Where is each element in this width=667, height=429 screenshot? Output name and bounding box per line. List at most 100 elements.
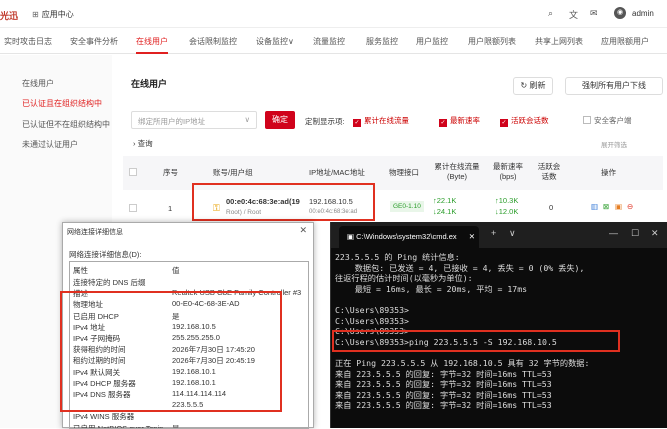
cmd-line: 223.5.5.5 的 Ping 统计信息: [335, 252, 460, 262]
cmd-line: C:\Users\89353> [335, 305, 409, 315]
terminal-icon: ▣ [347, 232, 357, 241]
left-item-unauth[interactable]: 未通过认证用户 [22, 139, 78, 150]
top-bar: 光迅 ⊞ 应用中心 ⌕ 文 ✉ ◉ admin [0, 0, 667, 28]
col-iface: 物理接口 [389, 168, 419, 177]
cmd-line: 来自 223.5.5.5 的回复: 字节=32 时间=16ms TTL=53 [335, 368, 552, 379]
tab-attack-log[interactable]: 实时攻击日志 [4, 36, 52, 47]
dialog-label: 网络连接详细信息(D): [69, 250, 142, 259]
mail-icon[interactable]: ✉ [590, 8, 598, 19]
check-sessions-label: 活跃会话数 [511, 116, 549, 125]
cmd-line: 最短 = 16ms, 最长 = 20ms, 平均 = 17ms [335, 283, 528, 294]
row-iface: GE0-1.10 [390, 201, 424, 212]
cmd-line: 数据包: 已发送 = 4, 已接收 = 4, 丢失 = 0 (0% 丢失), [335, 262, 585, 273]
check-rate-label: 最新速率 [450, 116, 480, 125]
detail-prop: 连接特定的 DNS 后缀 [73, 278, 146, 287]
detail-value: 是 [172, 423, 180, 429]
expand-filter-link[interactable]: 展开筛选 [601, 139, 627, 149]
col-no: 序号 [163, 168, 178, 177]
row-no: 1 [168, 204, 173, 213]
tab-shared-net[interactable]: 共享上网列表 [535, 36, 583, 47]
search-icon[interactable]: ⌕ [548, 8, 553, 19]
detail-prop: 已启用 NetBIOS over Tcpip [73, 423, 164, 429]
col-sessions[interactable]: 活跃会话数 [537, 162, 561, 182]
check-rate[interactable]: ✓ 最新速率 [439, 115, 480, 127]
logo: 光迅 [0, 11, 19, 21]
checkbox-icon: ✓ [500, 119, 508, 127]
force-offline-button[interactable]: 强制所有用户下线 [565, 77, 663, 95]
chevron-down-icon[interactable]: ∨ [509, 228, 516, 239]
cmd-line: 正在 Ping 223.5.5.5 从 192.168.10.5 具有 32 字… [335, 358, 590, 368]
close-icon[interactable]: ✕ [469, 232, 475, 241]
refresh-button[interactable]: ↻ 刷新 [513, 77, 553, 95]
tab-user-quota[interactable]: 用户限额列表 [468, 36, 516, 47]
left-item-in-org[interactable]: 已认证且在组织结构中 [22, 98, 102, 109]
highlight-box [192, 183, 375, 221]
confirm-button[interactable]: 确定 [265, 111, 295, 129]
cmd-titlebar: ▣ C:\Windows\system32\cmd.ex ✕ + ∨ — ☐ ✕ [331, 222, 667, 248]
cmd-line: 来自 223.5.5.5 的回复: 字节=32 时间=16ms TTL=53 [335, 379, 552, 390]
tab-session-limit[interactable]: 会话限制监控 [189, 36, 237, 47]
close-window-icon[interactable]: ✕ [651, 228, 659, 239]
add-tab-icon[interactable]: + [491, 228, 496, 238]
col-rate[interactable]: 最新速率 (bps) [489, 162, 527, 182]
row-rate-down: ↓12.0K [495, 207, 519, 216]
tab-user-monitor[interactable]: 用户监控 [416, 36, 448, 47]
col-prop: 属性 [73, 266, 88, 275]
app-center-label: 应用中心 [41, 10, 74, 19]
check-client[interactable]: 安全客户端 [583, 115, 632, 126]
col-account: 账号/用户组 [213, 168, 253, 177]
tab-security-events[interactable]: 安全事件分析 [70, 36, 118, 47]
select-all-checkbox[interactable] [129, 168, 137, 176]
cmd-tab-title: C:\Windows\system32\cmd.ex [356, 232, 457, 241]
tab-app-quota[interactable]: 应用限额用户 [601, 36, 649, 47]
cmd-tab[interactable]: ▣ C:\Windows\system32\cmd.ex ✕ [339, 226, 479, 248]
app-center-link[interactable]: ⊞ 应用中心 [32, 9, 74, 20]
refresh-label: 刷新 [529, 81, 546, 90]
checkbox-icon: ✓ [439, 119, 447, 127]
tab-service-monitor[interactable]: 服务监控 [366, 36, 398, 47]
highlight-box [332, 330, 620, 352]
row-checkbox[interactable] [129, 204, 137, 212]
row-sessions: 0 [549, 203, 554, 212]
tab-device-monitor[interactable]: 设备监控∨ [256, 36, 294, 47]
block-icon[interactable]: ⊠ [603, 202, 609, 211]
col-traffic[interactable]: 累计在线流量 (Byte) [431, 162, 483, 182]
close-icon[interactable]: ✕ [299, 225, 307, 236]
highlight-box [60, 291, 282, 412]
ip-select[interactable]: 绑定所用户的IP地址 ∨ [131, 111, 257, 129]
row-up: ↑22.1K [433, 196, 457, 205]
avatar[interactable]: ◉ [614, 7, 626, 19]
page-title: 在线用户 [131, 79, 168, 89]
tab-traffic-monitor[interactable]: 流量监控 [313, 36, 345, 47]
active-tab-indicator [136, 52, 168, 54]
left-item-not-in-org[interactable]: 已认证但不在组织结构中 [22, 119, 110, 130]
left-item-online[interactable]: 在线用户 [22, 78, 54, 89]
offline-icon[interactable]: ⊖ [627, 202, 633, 211]
col-ip: IP地址/MAC地址 [309, 168, 365, 177]
cmd-line: 来自 223.5.5.5 的回复: 字节=32 时间=16ms TTL=53 [335, 400, 552, 411]
cmd-window: ▣ C:\Windows\system32\cmd.ex ✕ + ∨ — ☐ ✕ … [330, 222, 667, 428]
maximize-icon[interactable]: ☐ [631, 228, 639, 239]
admin-user[interactable]: admin [632, 9, 654, 18]
cmd-line: 来自 223.5.5.5 的回复: 字节=32 时间=16ms TTL=53 [335, 389, 552, 400]
check-traffic[interactable]: ✓ 累计在线流量 [353, 115, 409, 127]
nav-bar: 实时攻击日志 安全事件分析 在线用户 会话限制监控 设备监控∨ 流量监控 服务监… [0, 28, 667, 54]
query-toggle[interactable]: › 查询 [133, 138, 153, 149]
custom-display-label: 定制显示项: [305, 117, 345, 126]
detail-prop: IPv4 WINS 服务器 [73, 412, 135, 422]
ip-select-placeholder: 绑定所用户的IP地址 [138, 117, 206, 126]
check-sessions[interactable]: ✓ 活跃会话数 [500, 115, 549, 127]
translate-icon[interactable]: 文 [569, 8, 578, 21]
col-val: 值 [172, 266, 180, 275]
check-client-label: 安全客户端 [594, 116, 632, 125]
edit-icon[interactable]: ▣ [615, 202, 622, 211]
checkbox-empty-icon [583, 116, 591, 124]
cmd-line: C:\Users\89353> [335, 315, 409, 326]
checkbox-icon: ✓ [353, 119, 361, 127]
cmd-line: 往返行程的估计时间(以毫秒为单位): [335, 273, 473, 284]
grid-icon: ⊞ [32, 10, 39, 19]
minimize-icon[interactable]: — [609, 228, 618, 238]
row-down: ↓24.1K [433, 207, 457, 216]
chart-icon[interactable]: ▥ [591, 202, 598, 211]
tab-online-users[interactable]: 在线用户 [136, 36, 168, 47]
